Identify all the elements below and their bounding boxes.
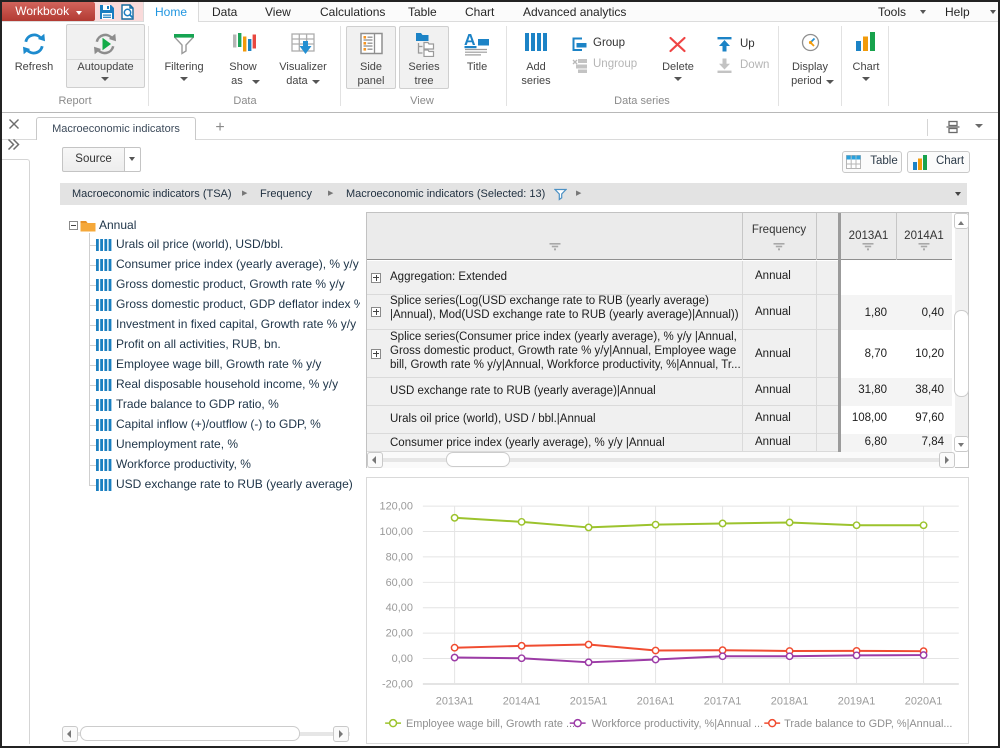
svg-text:2020A1: 2020A1: [905, 695, 943, 707]
svg-text:2013A1: 2013A1: [436, 695, 474, 707]
svg-text:40,00: 40,00: [386, 602, 413, 614]
svg-text:2014A1: 2014A1: [503, 695, 541, 707]
svg-text:Trade balance to GDP, %|Annual: Trade balance to GDP, %|Annual...: [784, 718, 952, 730]
svg-text:120,00: 120,00: [380, 501, 413, 513]
svg-text:100,00: 100,00: [380, 526, 413, 538]
svg-text:2015A1: 2015A1: [570, 695, 608, 707]
svg-text:2017A1: 2017A1: [704, 695, 742, 707]
svg-text:0,00: 0,00: [392, 653, 413, 665]
svg-text:20,00: 20,00: [386, 628, 413, 640]
svg-text:2016A1: 2016A1: [637, 695, 675, 707]
svg-text:Employee wage bill, Growth rat: Employee wage bill, Growth rate ...: [406, 718, 575, 730]
svg-text:80,00: 80,00: [386, 551, 413, 563]
svg-text:Workforce productivity, %|Annu: Workforce productivity, %|Annual ...: [592, 718, 764, 730]
svg-text:2018A1: 2018A1: [771, 695, 809, 707]
svg-text:-20,00: -20,00: [382, 678, 413, 690]
svg-text:60,00: 60,00: [386, 577, 413, 589]
svg-text:2019A1: 2019A1: [838, 695, 876, 707]
